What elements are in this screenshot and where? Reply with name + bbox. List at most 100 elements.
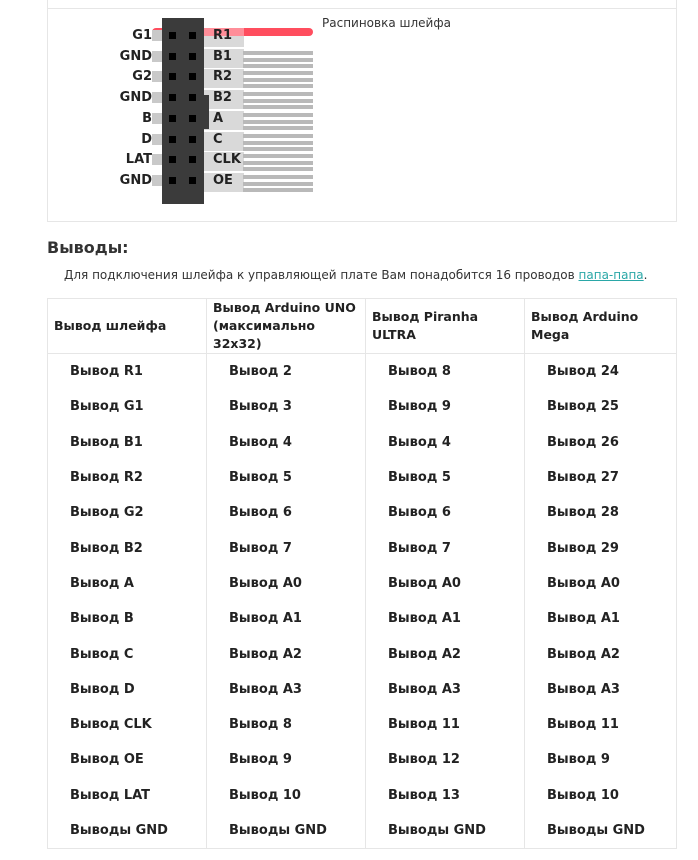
pin-hole [169, 176, 176, 184]
table-cell: Вывод A2 [365, 636, 525, 672]
column-header: Вывод Arduino UNO (максимально 32x32) [206, 298, 366, 354]
table-cell: Вывод A1 [206, 601, 366, 637]
table-cell: Вывод R2 [47, 459, 207, 496]
pin-hole [189, 176, 196, 184]
table-cell: Вывод 4 [365, 424, 525, 460]
left-pin-label: GND [119, 172, 152, 188]
left-pin-label: LAT [125, 152, 152, 168]
ribbon-wire [243, 84, 313, 89]
pin-stub [152, 30, 162, 41]
pin-hole [169, 114, 176, 122]
table-cell: Вывод B1 [47, 424, 207, 460]
table-cell: Вывод 2 [206, 353, 366, 390]
ribbon-wire [243, 125, 313, 130]
table-cell: Вывод 9 [206, 742, 366, 778]
ribbon-wire [243, 119, 313, 124]
pin-hole [169, 135, 176, 143]
table-cell: Вывод 29 [524, 530, 677, 566]
pin-hole [189, 52, 196, 60]
pin-hole [169, 32, 176, 39]
ribbon-wire [243, 174, 313, 179]
table-header-row: Вывод шлейфа Вывод Arduino UNO (максимал… [47, 298, 677, 354]
pin-stub [152, 50, 162, 62]
table-cell: Выводы GND [365, 812, 525, 850]
pin-hole [189, 32, 196, 39]
table-cell: Вывод D [47, 671, 207, 707]
right-pin-label: B1 [213, 48, 232, 64]
table-row: Вывод B2 Вывод 7 Вывод 7 Вывод 29 [47, 530, 677, 566]
table-cell: Вывод 7 [206, 530, 366, 566]
pin-hole [169, 73, 176, 81]
table-row: Вывод D Вывод A3 Вывод A3 Вывод A3 [47, 671, 677, 707]
ribbon-wire [243, 50, 313, 55]
table-cell: Вывод A3 [206, 671, 366, 707]
ribbon-wire [243, 63, 313, 68]
pin-hole [189, 114, 196, 122]
wire-link[interactable]: папа-папа [579, 268, 644, 282]
section-title: Выводы: [47, 238, 129, 257]
table-cell: Вывод A0 [365, 565, 525, 602]
table-cell: Вывод B2 [47, 530, 207, 566]
ribbon-wire [243, 161, 313, 166]
table-row: Вывод OE Вывод 9 Вывод 12 Вывод 9 [47, 742, 677, 778]
table-cell: Вывод 9 [524, 742, 677, 778]
table-row: Вывод G1 Вывод 3 Вывод 9 Вывод 25 [47, 389, 677, 425]
left-pin-label: B [142, 110, 152, 126]
divider [48, 8, 676, 9]
table-cell: Вывод A3 [365, 671, 525, 707]
column-header: Вывод Piranha ULTRA [365, 298, 525, 354]
table-cell: Вывод 6 [206, 495, 366, 531]
right-pin-label: R1 [213, 28, 233, 43]
pin-hole [189, 135, 196, 143]
table-cell: Вывод 10 [206, 777, 366, 813]
table-cell: Вывод 24 [524, 353, 677, 390]
intro-paragraph: Для подключения шлейфа к управляющей пла… [64, 268, 648, 282]
table-cell: Вывод 5 [365, 459, 525, 496]
table-cell: Вывод 4 [206, 424, 366, 460]
ribbon-band [204, 131, 244, 151]
right-pin-label: C [213, 131, 223, 147]
table-cell: Вывод OE [47, 742, 207, 778]
table-cell: Вывод G2 [47, 495, 207, 531]
table-cell: Вывод 7 [365, 530, 525, 566]
pin-hole [169, 156, 176, 164]
table-row: Выводы GND Выводы GND Выводы GND Выводы GND [47, 812, 677, 850]
left-pin-label: G2 [132, 69, 152, 85]
table-cell: Вывод 28 [524, 495, 677, 531]
table-row: Вывод B1 Вывод 4 Вывод 4 Вывод 26 [47, 424, 677, 460]
table-cell: Вывод 13 [365, 777, 525, 813]
table-cell: Вывод 8 [206, 706, 366, 743]
pin-stub [152, 154, 162, 166]
ribbon-wire [243, 167, 313, 172]
left-pin-label: GND [119, 48, 152, 64]
table-cell: Вывод 12 [365, 742, 525, 778]
ribbon-wire [243, 92, 313, 97]
table-cell: Вывод A1 [365, 601, 525, 637]
connector-key [204, 95, 209, 129]
right-pin-label: B2 [213, 90, 232, 106]
intro-text: Для подключения шлейфа к управляющей пла… [64, 268, 579, 282]
right-pin-label: OE [213, 172, 233, 188]
table-cell: Вывод A [47, 565, 207, 602]
table-cell: Вывод A1 [524, 601, 677, 637]
table-cell: Выводы GND [524, 812, 677, 850]
right-pin-label: R2 [213, 69, 233, 85]
ribbon-wire [243, 78, 313, 83]
pin-hole [189, 73, 196, 81]
table-cell: Выводы GND [206, 812, 366, 850]
ribbon-wire [243, 71, 313, 76]
table-row: Вывод R2 Вывод 5 Вывод 5 Вывод 27 [47, 459, 677, 496]
intro-end: . [643, 268, 648, 282]
ribbon-wire [243, 99, 313, 104]
table-row: Вывод LAT Вывод 10 Вывод 13 Вывод 10 [47, 777, 677, 813]
table-cell: Вывод A0 [524, 565, 677, 602]
right-pin-label: A [213, 110, 224, 126]
table-cell: Вывод CLK [47, 706, 207, 743]
left-pin-label: D [141, 131, 152, 147]
table-cell: Вывод 3 [206, 389, 366, 425]
column-header: Вывод шлейфа [47, 298, 207, 354]
pin-stub [152, 71, 162, 83]
ribbon-band [204, 110, 244, 130]
table-cell: Вывод A0 [206, 565, 366, 602]
table-cell: Вывод 5 [206, 459, 366, 496]
